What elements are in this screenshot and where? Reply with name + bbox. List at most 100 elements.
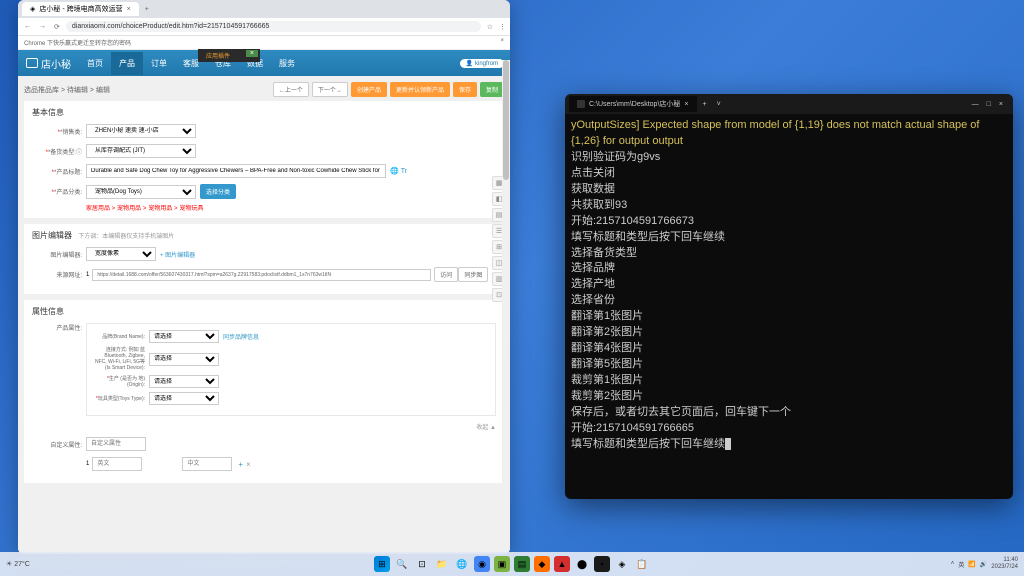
minimize-icon[interactable]: — xyxy=(972,101,979,108)
clock-date[interactable]: 2023/7/24 xyxy=(991,564,1018,571)
collapse-link[interactable]: 收起 ▲ xyxy=(32,422,496,431)
reload-icon[interactable]: ⟳ xyxy=(52,23,62,31)
app-icon-2[interactable]: ▤ xyxy=(514,556,530,572)
menu-icon[interactable]: ⋮ xyxy=(499,23,506,31)
url-input[interactable]: dianxiaomi.com/choiceProduct/edit.htm?id… xyxy=(66,21,481,32)
remove-custom-icon[interactable]: × xyxy=(246,460,251,469)
search-icon[interactable]: 🔍 xyxy=(394,556,410,572)
browser-window: ◈ 店小秘 - 跨境电商高效运营 × + ← → ⟳ dianxiaomi.co… xyxy=(18,0,510,554)
next-button[interactable]: 下一个→ xyxy=(312,82,348,97)
panel-title: 基本信息 xyxy=(32,107,496,118)
promo-close-icon[interactable]: × xyxy=(246,50,258,57)
origin-select[interactable]: 请选择 xyxy=(149,375,219,388)
terminal-titlebar: C:\Users\mm\Desktop\店小秘 × + ˅ — □ × xyxy=(565,94,1013,114)
copy-button[interactable]: 复制 xyxy=(480,82,504,97)
terminal-tab[interactable]: C:\Users\mm\Desktop\店小秘 × xyxy=(569,96,697,112)
ratio-select[interactable]: 宽度像素 xyxy=(86,247,156,261)
start-button[interactable]: ⊞ xyxy=(374,556,390,572)
choose-category-button[interactable]: 选择分类 xyxy=(200,184,236,199)
terminal-icon xyxy=(577,100,585,108)
tools-icon[interactable]: Tr xyxy=(401,168,407,175)
terminal-taskbar-icon[interactable]: ▪ xyxy=(594,556,610,572)
nav-svc[interactable]: 服务 xyxy=(271,52,303,75)
app-icon-5[interactable]: ⬤ xyxy=(574,556,590,572)
user-badge[interactable]: 👤 kingfrom xyxy=(460,59,504,68)
app-icon-4[interactable]: ▲ xyxy=(554,556,570,572)
taskbar-right: ˄ 英 📶 🔊 11:40 2023/7/24 xyxy=(951,557,1018,570)
browser-tab[interactable]: ◈ 店小秘 - 跨境电商高效运营 × xyxy=(22,2,139,16)
save-claim-button[interactable]: 更新并认领新产品 xyxy=(390,82,450,97)
prev-button[interactable]: ←上一个 xyxy=(273,82,309,97)
back-icon[interactable]: ← xyxy=(22,23,33,30)
sync-button[interactable]: 同步图 xyxy=(458,267,488,282)
type-select[interactable]: 请选择 xyxy=(149,392,219,405)
close-icon[interactable]: × xyxy=(999,101,1003,108)
custom-attr-input[interactable] xyxy=(86,437,146,451)
scrollbar[interactable] xyxy=(502,60,510,554)
wireless-select[interactable]: 请选择 xyxy=(149,353,219,366)
type-label: *玩具类型(Toys Type): xyxy=(93,396,149,402)
add-custom-icon[interactable]: + xyxy=(238,460,243,469)
app-logo[interactable]: 店小秘 xyxy=(18,56,79,71)
scroll-thumb[interactable] xyxy=(503,60,509,180)
panel-title: 图片编辑器 下方调：本编辑器仅支持手机端图片 xyxy=(32,230,496,241)
app-icon-3[interactable]: ◆ xyxy=(534,556,550,572)
info-close-icon[interactable]: × xyxy=(500,38,504,47)
nav-product[interactable]: 产品 xyxy=(111,52,143,75)
store-select[interactable]: ZHEN小秘 速卖 速-小店 xyxy=(86,124,196,138)
img-editor-link[interactable]: + 图片编辑器 xyxy=(160,250,195,259)
store-label: **销售类: xyxy=(32,127,86,136)
tab-close-icon[interactable]: × xyxy=(684,101,688,108)
title-label: **产品标题: xyxy=(32,167,86,176)
brand-label: 品牌(Brand Name): xyxy=(93,334,149,340)
explorer-icon[interactable]: 📁 xyxy=(434,556,450,572)
maximize-icon[interactable]: □ xyxy=(987,101,991,108)
wifi-icon[interactable]: 📶 xyxy=(968,561,975,568)
category-path: 家居用品 >宠物用品 >宠物用品 >宠物玩具 xyxy=(86,203,496,212)
nav-home[interactable]: 首页 xyxy=(79,52,111,75)
app-icon-1[interactable]: ▣ xyxy=(494,556,510,572)
custom-cn-input[interactable] xyxy=(182,457,232,471)
info-text: Chrome 下快乐赢式更迁至转存您的密码 xyxy=(24,38,131,47)
save-button[interactable]: 保存 xyxy=(453,82,477,97)
ratio-label: 图片编辑器: xyxy=(32,250,86,259)
create-button[interactable]: 创建产品 xyxy=(351,82,387,97)
chrome-icon[interactable]: ◉ xyxy=(474,556,490,572)
taskview-icon[interactable]: ⊡ xyxy=(414,556,430,572)
new-tab-button[interactable]: + xyxy=(139,4,155,15)
taskbar-left: ☀ 27°C xyxy=(6,560,30,568)
volume-icon[interactable]: 🔊 xyxy=(980,561,987,568)
app-icon-6[interactable]: ◈ xyxy=(614,556,630,572)
tab-favicon: ◈ xyxy=(30,5,35,13)
taskbar: ☀ 27°C ⊞ 🔍 ⊡ 📁 🌐 ◉ ▣ ▤ ◆ ▲ ⬤ ▪ ◈ 📋 ˄ 英 📶… xyxy=(0,552,1024,576)
source-url-input[interactable]: https://detail.1688.com/offer/5636074303… xyxy=(92,269,431,281)
clock-time[interactable]: 11:40 xyxy=(991,557,1018,564)
nav-order[interactable]: 订单 xyxy=(143,52,175,75)
tab-dropdown-icon[interactable]: ˅ xyxy=(713,101,725,108)
brand-select[interactable]: 请选择 xyxy=(149,330,219,343)
sync-brand-link[interactable]: 同步品牌信息 xyxy=(223,332,259,341)
tab-close-icon[interactable]: × xyxy=(127,6,131,13)
star-icon[interactable]: ☆ xyxy=(485,23,495,31)
app-icon-7[interactable]: 📋 xyxy=(634,556,650,572)
tray-chevron-icon[interactable]: ˄ xyxy=(951,561,955,567)
tab-bar: ◈ 店小秘 - 跨境电商高效运营 × + xyxy=(18,0,510,18)
translate-icon[interactable]: 🌐 xyxy=(390,167,399,175)
terminal-output[interactable]: yOutputSizes] Expected shape from model … xyxy=(565,114,1013,499)
origin-label: *生产 (是否为 地) (Origin): xyxy=(93,376,149,388)
edge-icon[interactable]: 🌐 xyxy=(454,556,470,572)
attr-block: 品牌(Brand Name): 请选择 同步品牌信息 连接方式: 例如 蓝Blu… xyxy=(86,323,496,416)
category-select[interactable]: 宠物品(Dog Toys) xyxy=(86,185,196,199)
custom-label: 自定义属性: xyxy=(32,440,86,449)
title-input[interactable] xyxy=(86,164,386,178)
custom-en-input[interactable] xyxy=(92,457,142,471)
app-header: 应用插件 × 店小秘 首页 产品 订单 客服 仓库 数据 服务 👤 kingfr… xyxy=(18,50,510,76)
ime-icon[interactable]: 英 xyxy=(958,560,964,569)
weather-icon[interactable]: ☀ 27°C xyxy=(6,560,30,568)
visit-button[interactable]: 访问 xyxy=(434,267,458,282)
forward-icon[interactable]: → xyxy=(37,23,48,30)
stock-select[interactable]: 从库存调配式 (JIT) xyxy=(86,144,196,158)
promo-banner[interactable]: 应用插件 × xyxy=(198,49,260,62)
cat-label: **产品分类: xyxy=(32,187,86,196)
new-terminal-tab[interactable]: + xyxy=(697,101,713,108)
